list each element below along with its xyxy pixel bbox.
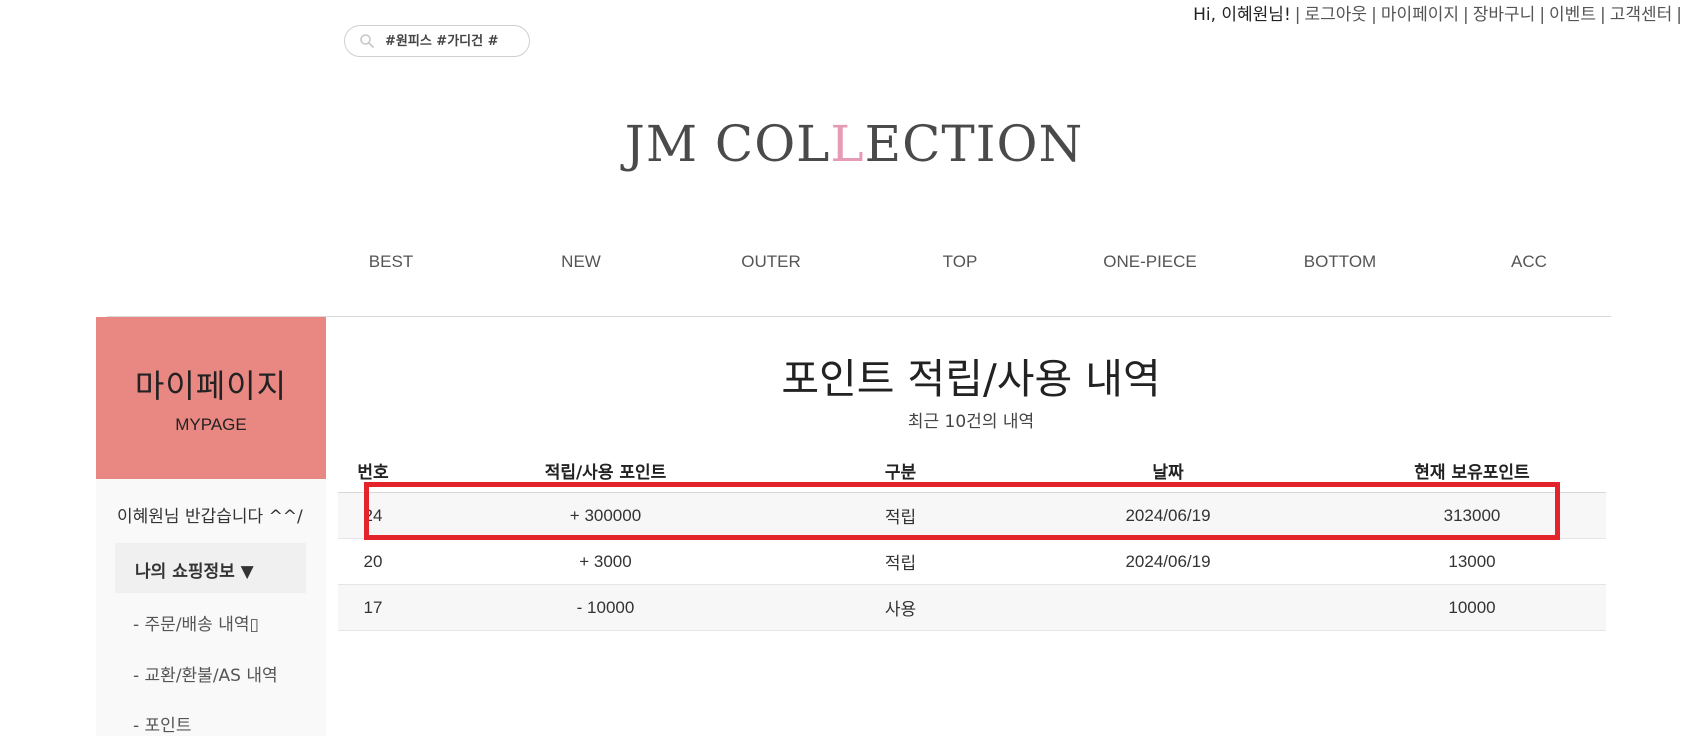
nav-best[interactable]: BEST bbox=[369, 252, 413, 272]
cell-type: 적립 bbox=[803, 538, 998, 585]
cell-balance: 10000 bbox=[1338, 584, 1606, 631]
my-shopping-info-toggle[interactable]: 나의 쇼핑정보 ▼ bbox=[115, 543, 306, 593]
cell-type: 사용 bbox=[803, 584, 998, 631]
nav-new[interactable]: NEW bbox=[561, 252, 601, 272]
sidebar-title: 마이페이지 bbox=[134, 367, 288, 405]
nav-outer[interactable]: OUTER bbox=[741, 252, 801, 272]
site-logo[interactable]: JM COLLECTION bbox=[0, 115, 1708, 173]
search-box[interactable] bbox=[344, 25, 530, 57]
page-subtitle: 최근 10건의 내역 bbox=[907, 412, 1035, 432]
search-icon bbox=[360, 34, 374, 48]
cell-balance: 13000 bbox=[1338, 538, 1606, 585]
nav-acc[interactable]: ACC bbox=[1511, 252, 1547, 272]
logo-text-accent: L bbox=[830, 115, 865, 173]
customer-center-link[interactable]: 고객센터 bbox=[1610, 5, 1673, 25]
cell-points: - 10000 bbox=[408, 584, 803, 631]
nav-one-piece[interactable]: ONE-PIECE bbox=[1103, 252, 1197, 272]
table-row: 17 - 10000 사용 10000 bbox=[338, 584, 1606, 631]
cell-number: 17 bbox=[338, 584, 408, 631]
cell-number: 20 bbox=[338, 538, 408, 585]
sidebar-subtitle: MYPAGE bbox=[175, 415, 247, 434]
event-link[interactable]: 이벤트 bbox=[1549, 5, 1596, 25]
logout-link[interactable]: 로그아웃 bbox=[1305, 5, 1368, 25]
search-input[interactable] bbox=[385, 33, 525, 49]
logo-text-2: ECTION bbox=[864, 115, 1084, 173]
sidebar-link-orders[interactable]: - 주문/배송 내역▯ bbox=[133, 610, 259, 635]
table-row: 20 + 3000 적립 2024/06/19 13000 bbox=[338, 538, 1606, 585]
nav-divider bbox=[107, 316, 1611, 317]
sidebar-link-points[interactable]: - 포인트 bbox=[133, 711, 191, 736]
sidebar-header: 마이페이지 MYPAGE bbox=[96, 317, 326, 479]
logo-text-1: JM COL bbox=[624, 115, 831, 173]
cell-points: + 3000 bbox=[408, 538, 803, 585]
nav-bottom[interactable]: BOTTOM bbox=[1304, 252, 1376, 272]
mypage-link[interactable]: 마이페이지 bbox=[1381, 5, 1459, 25]
highlight-box bbox=[364, 482, 1560, 540]
page-title: 포인트 적립/사용 내역 bbox=[781, 355, 1161, 403]
main-nav: BEST NEW OUTER TOP ONE-PIECE BOTTOM ACC bbox=[0, 252, 1708, 282]
cell-date: 2024/06/19 bbox=[998, 538, 1338, 585]
greeting: Hi, 이혜원님! bbox=[1193, 5, 1291, 25]
nav-top[interactable]: TOP bbox=[943, 252, 978, 272]
welcome-text: 이혜원님 반갑습니다 ^^/ bbox=[117, 507, 303, 527]
my-shopping-info-label: 나의 쇼핑정보 ▼ bbox=[135, 562, 254, 582]
cart-link[interactable]: 장바구니 bbox=[1473, 5, 1536, 25]
sidebar-link-returns[interactable]: - 교환/환불/AS 내역 bbox=[133, 661, 278, 686]
top-links: Hi, 이혜원님! | 로그아웃 | 마이페이지 | 장바구니 | 이벤트 | 고객센터 | bbox=[1193, 5, 1682, 25]
cell-date bbox=[998, 584, 1338, 631]
